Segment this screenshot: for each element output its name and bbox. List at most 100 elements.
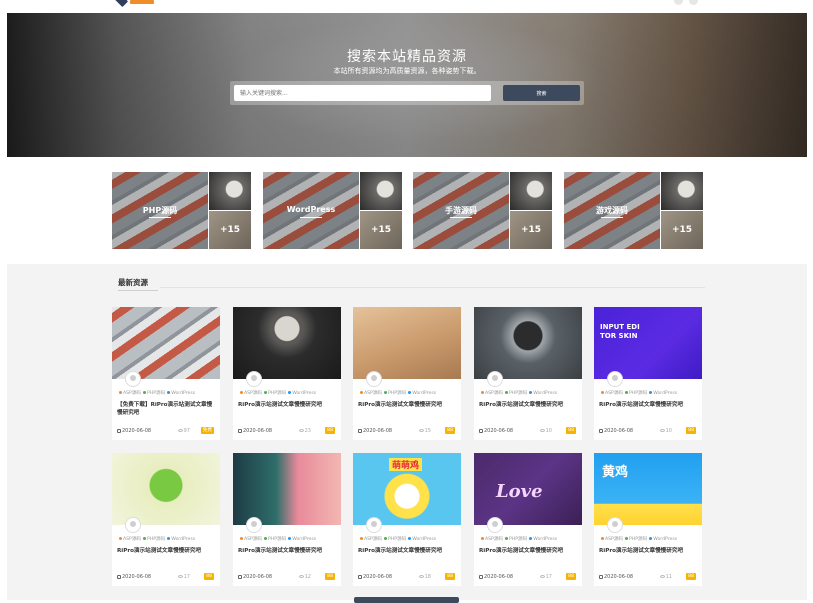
thumbnail-text: 黄鸡: [602, 465, 629, 480]
resource-title[interactable]: RiPro演示站测试文章慢慢研究吧: [238, 547, 336, 555]
tag-link[interactable]: ASP源码: [605, 391, 623, 396]
tag-link[interactable]: WordPress: [171, 391, 195, 396]
tag-link[interactable]: WordPress: [292, 537, 316, 542]
calendar-icon: [479, 428, 483, 433]
search-button[interactable]: 搜索: [503, 85, 580, 101]
resource-views: 18: [418, 574, 431, 580]
tag-link[interactable]: PHP源码: [147, 537, 165, 542]
tag-link[interactable]: WordPress: [412, 537, 436, 542]
author-avatar[interactable]: [487, 517, 503, 533]
resource-card[interactable]: INPUT EDI TOR SKIN ASP源码 PHP源码 WordPress RiP…: [594, 307, 702, 440]
tag-dot-icon: [264, 391, 268, 394]
resource-thumbnail[interactable]: [594, 307, 702, 379]
resource-card[interactable]: ASP源码 PHP源码 WordPress RiPro演示站测试文章慢慢研究吧 2020…: [474, 307, 582, 440]
tag-link[interactable]: WordPress: [292, 391, 316, 396]
tag-link[interactable]: WordPress: [533, 391, 557, 396]
tag-dot-icon: [384, 391, 388, 394]
tag-link[interactable]: PHP源码: [509, 391, 527, 396]
tag-dot-icon: [505, 391, 509, 394]
tag-dot-icon: [288, 391, 292, 394]
resource-card[interactable]: 黄鸡 ASP源码 PHP源码 WordPress RiPro演示站测试文章慢慢研究吧 20…: [594, 453, 702, 586]
resource-tags: ASP源码 PHP源码 WordPress: [479, 390, 557, 396]
resource-title[interactable]: RiPro演示站测试文章慢慢研究吧: [238, 401, 336, 409]
author-avatar[interactable]: [125, 517, 141, 533]
tag-dot-icon: [649, 537, 653, 540]
tag-link[interactable]: WordPress: [171, 537, 195, 542]
category-count: +15: [520, 225, 542, 235]
tag-link[interactable]: ASP源码: [485, 391, 503, 396]
author-avatar[interactable]: [125, 371, 141, 387]
resource-title[interactable]: RiPro演示站测试文章慢慢研究吧: [117, 547, 215, 555]
resource-thumbnail[interactable]: [112, 307, 220, 379]
category-tile[interactable]: 游戏源码 +15: [564, 172, 703, 249]
resource-title[interactable]: RiPro演示站测试文章慢慢研究吧: [479, 401, 577, 409]
tag-link[interactable]: WordPress: [653, 537, 677, 542]
tag-link[interactable]: ASP源码: [605, 537, 623, 542]
resource-title[interactable]: RiPro演示站测试文章慢慢研究吧: [358, 401, 456, 409]
user-avatar-icon[interactable]: [674, 0, 683, 5]
tag-link[interactable]: PHP源码: [509, 537, 527, 542]
category-tile[interactable]: 手游源码 +15: [413, 172, 552, 249]
tag-dot-icon: [601, 391, 604, 394]
tag-link[interactable]: PHP源码: [388, 537, 406, 542]
tag-link[interactable]: ASP源码: [244, 391, 262, 396]
author-avatar[interactable]: [487, 371, 503, 387]
resource-title[interactable]: RiPro演示站测试文章慢慢研究吧: [358, 547, 456, 555]
category-tile[interactable]: PHP源码 +15: [112, 172, 251, 249]
tag-link[interactable]: PHP源码: [629, 537, 647, 542]
tag-dot-icon: [288, 537, 292, 540]
resource-card[interactable]: ASP源码 PHP源码 WordPress RiPro演示站测试文章慢慢研究吧 2020…: [233, 307, 341, 440]
search-input[interactable]: [234, 85, 491, 101]
views-count: 97: [183, 428, 190, 434]
tag-link[interactable]: PHP源码: [388, 391, 406, 396]
tag-link[interactable]: ASP源码: [123, 391, 141, 396]
resource-date: 2020-06-08: [238, 574, 272, 580]
tag-link[interactable]: PHP源码: [629, 391, 647, 396]
tag-link[interactable]: ASP源码: [244, 537, 262, 542]
calendar-icon: [358, 574, 362, 579]
tag-link[interactable]: ASP源码: [364, 391, 382, 396]
resource-title[interactable]: RiPro演示站测试文章慢慢研究吧: [599, 547, 697, 555]
resource-title[interactable]: RiPro演示站测试文章慢慢研究吧: [599, 401, 697, 409]
tag-link[interactable]: WordPress: [653, 391, 677, 396]
resource-title[interactable]: RiPro演示站测试文章慢慢研究吧: [479, 547, 577, 555]
resource-thumbnail[interactable]: [474, 307, 582, 379]
resource-date: 2020-06-08: [117, 574, 151, 580]
author-avatar[interactable]: [246, 517, 262, 533]
search-form: 搜索: [230, 81, 584, 105]
eye-icon: [659, 429, 665, 432]
author-avatar[interactable]: [607, 517, 623, 533]
resource-title[interactable]: 【免费下载】RiPro演示站测试文章慢慢研究吧: [117, 401, 215, 417]
resource-card[interactable]: ASP源码 PHP源码 WordPress RiPro演示站测试文章慢慢研究吧 2020…: [233, 453, 341, 586]
tag-link[interactable]: PHP源码: [268, 537, 286, 542]
tag-link[interactable]: PHP源码: [147, 391, 165, 396]
resource-card[interactable]: ASP源码 PHP源码 WordPress RiPro演示站测试文章慢慢研究吧 2020…: [112, 453, 220, 586]
resource-card[interactable]: Love ASP源码 PHP源码 WordPress RiPro演示站测试文章慢慢研究吧…: [474, 453, 582, 586]
load-more-button[interactable]: [354, 597, 459, 603]
tag-link[interactable]: ASP源码: [485, 537, 503, 542]
author-avatar[interactable]: [246, 371, 262, 387]
resource-date: 2020-06-08: [117, 428, 151, 434]
resource-thumbnail[interactable]: [233, 307, 341, 379]
tag-link[interactable]: ASP源码: [123, 537, 141, 542]
tag-link[interactable]: PHP源码: [268, 391, 286, 396]
resource-thumbnail[interactable]: [353, 307, 461, 379]
author-avatar[interactable]: [607, 371, 623, 387]
resource-card[interactable]: ASP源码 PHP源码 WordPress RiPro演示站测试文章慢慢研究吧 2020…: [353, 307, 461, 440]
tag-dot-icon: [408, 537, 412, 540]
tag-link[interactable]: ASP源码: [364, 537, 382, 542]
author-avatar[interactable]: [366, 371, 382, 387]
author-avatar[interactable]: [366, 517, 382, 533]
tag-link[interactable]: WordPress: [412, 391, 436, 396]
resource-thumbnail[interactable]: [112, 453, 220, 525]
resource-card[interactable]: 萌萌鸡 ASP源码 PHP源码 WordPress RiPro演示站测试文章慢慢研究吧 2…: [353, 453, 461, 586]
category-tile[interactable]: WordPress +15: [263, 172, 402, 249]
menu-icon[interactable]: [689, 0, 698, 5]
resource-thumbnail[interactable]: [233, 453, 341, 525]
resource-card[interactable]: ASP源码 PHP源码 WordPress 【免费下载】RiPro演示站测试文章慢慢研…: [112, 307, 220, 440]
tag-link[interactable]: WordPress: [533, 537, 557, 542]
site-logo-icon[interactable]: [113, 0, 129, 8]
hero-subtitle: 本站所有资源均为高质量资源，各种姿势下载。: [333, 67, 481, 75]
category-count: +15: [370, 225, 392, 235]
resource-views: 12: [298, 574, 311, 580]
